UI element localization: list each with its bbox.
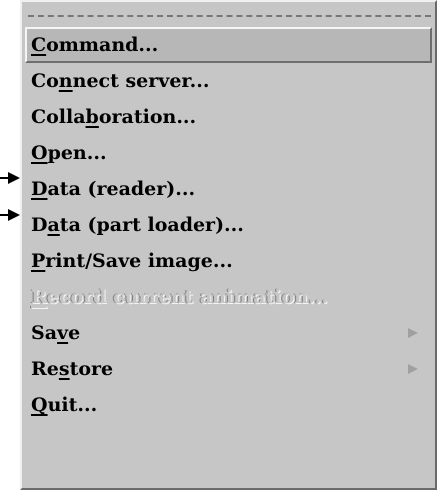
pointer-arrow-data-reader-icon	[0, 209, 20, 221]
menu-item-connect-server[interactable]: Connect server...	[25, 63, 432, 99]
menu-item-data-part-loader[interactable]: Data (part loader)...	[25, 207, 432, 243]
stage: Command... Connect server... Collaborati…	[0, 0, 437, 490]
menu-item-open[interactable]: Open...	[25, 135, 432, 171]
menu-item-label: Data (reader)...	[31, 178, 196, 200]
menu-item-label: Data (part loader)...	[31, 214, 244, 236]
tear-off-line[interactable]	[28, 15, 431, 17]
submenu-arrow-icon	[408, 328, 418, 338]
menu-item-label: Print/Save image...	[31, 250, 233, 272]
menu-item-label: Collaboration...	[31, 106, 197, 128]
menu-item-label: Open...	[31, 142, 107, 164]
menu-item-collaboration[interactable]: Collaboration...	[25, 99, 432, 135]
submenu-arrow-icon	[408, 364, 418, 374]
menu-item-print-save-image[interactable]: Print/Save image...	[25, 243, 432, 279]
menu-item-data-reader[interactable]: Data (reader)...	[25, 171, 432, 207]
pointer-arrow-open-icon	[0, 172, 20, 184]
file-menu: Command... Connect server... Collaborati…	[20, 0, 437, 490]
menu-item-label: Record current animation...	[31, 286, 328, 308]
menu-item-record-current-animation: Record current animation...	[25, 279, 432, 315]
menu-item-label: Restore	[31, 358, 114, 380]
menu-item-restore[interactable]: Restore	[25, 351, 432, 387]
menu-item-command[interactable]: Command...	[25, 27, 432, 63]
menu-item-quit[interactable]: Quit...	[25, 387, 432, 423]
menu-item-label: Command...	[31, 34, 159, 56]
menu-item-save[interactable]: Save	[25, 315, 432, 351]
menu-item-label: Save	[31, 322, 81, 344]
menu-item-label: Quit...	[31, 394, 98, 416]
menu-item-label: Connect server...	[31, 70, 210, 92]
